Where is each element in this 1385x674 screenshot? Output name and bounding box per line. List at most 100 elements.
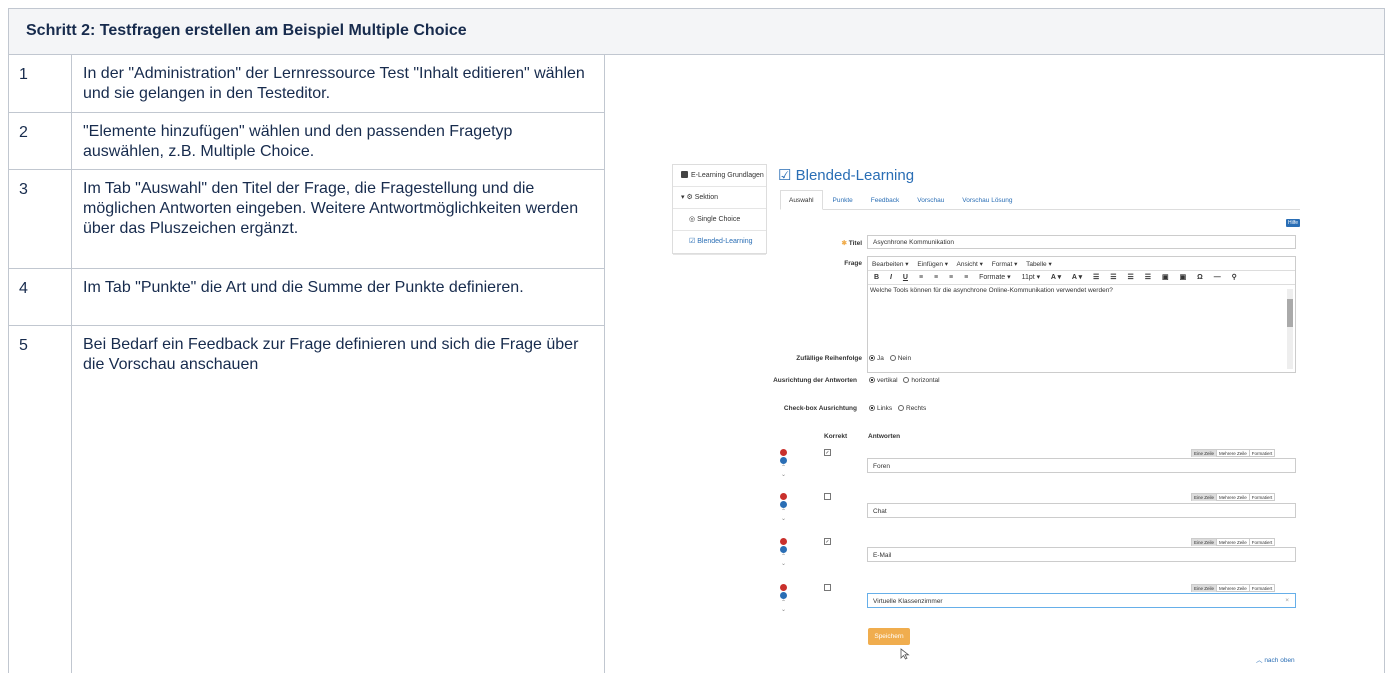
sidebar-item-single-choice[interactable]: ◎ Single Choice <box>673 209 766 231</box>
answer-input[interactable]: Chat <box>867 503 1296 518</box>
numbered-list-button[interactable]: ☰ <box>1110 274 1116 281</box>
required-icon: ✱ <box>841 240 849 247</box>
add-icon[interactable] <box>780 501 787 508</box>
test-editor-screenshot: E-Learning Grundlagen ▾ ⚙ Sektion ◎ Sing… <box>672 158 1302 668</box>
mode-multi-line[interactable]: Mehrere Zeile <box>1217 494 1250 501</box>
menu-bearbeiten[interactable]: Bearbeiten ▾ <box>872 261 909 268</box>
media-button[interactable]: ▣ <box>1162 274 1169 281</box>
step-text: "Elemente hinzufügen" wählen und den pas… <box>83 123 513 160</box>
radio-yes[interactable] <box>869 355 875 361</box>
tab-vorschau[interactable]: Vorschau <box>909 191 952 211</box>
radio-icon: ◎ <box>689 216 698 223</box>
radio-no[interactable] <box>889 355 896 361</box>
remove-icon[interactable] <box>780 493 787 500</box>
question-text[interactable]: Welche Tools können für die asynchrone O… <box>868 285 1295 296</box>
special-char-button[interactable]: Ω <box>1197 274 1203 281</box>
answer-input[interactable]: Foren <box>867 458 1296 473</box>
add-icon[interactable] <box>780 457 787 464</box>
clear-icon[interactable]: × <box>1285 597 1289 604</box>
correct-checkbox[interactable]: ✓ <box>824 538 831 545</box>
radio-rechts[interactable] <box>898 405 904 411</box>
move-up-icon[interactable]: ⌃ <box>780 554 787 561</box>
question-editor[interactable]: Bearbeiten ▾ Einfügen ▾ Ansicht ▾ Format… <box>867 256 1296 373</box>
correct-checkbox[interactable]: ✓ <box>824 449 831 456</box>
answer-mode-switch: Eine Zeile Mehrere Zeile Formatiert <box>1191 538 1276 546</box>
move-down-icon[interactable]: ⌄ <box>780 516 787 523</box>
align-right-button[interactable]: ≡ <box>949 274 953 281</box>
move-up-icon[interactable]: ⌃ <box>780 509 787 516</box>
move-down-icon[interactable]: ⌄ <box>780 607 787 614</box>
back-to-top-link[interactable]: ︿ nach oben <box>1256 654 1295 664</box>
radio-vertical[interactable] <box>869 377 875 383</box>
align-left-button[interactable]: ≡ <box>919 274 923 281</box>
move-down-icon[interactable]: ⌄ <box>780 561 787 568</box>
answer-alignment-group: vertikal horizontal <box>869 377 940 384</box>
mode-single-line[interactable]: Eine Zeile <box>1192 494 1218 501</box>
scroll-thumb[interactable] <box>1287 299 1293 327</box>
answer-input[interactable]: Virtuelle Klassenzimmer × <box>867 593 1296 608</box>
formats-dropdown[interactable]: Formate ▾ <box>979 274 1011 281</box>
radio-links[interactable] <box>869 405 875 411</box>
checkbox-icon: ☑ <box>778 167 796 184</box>
menu-ansicht[interactable]: Ansicht ▾ <box>957 261 983 268</box>
bold-button[interactable]: B <box>874 274 879 281</box>
tab-punkte[interactable]: Punkte <box>825 191 861 211</box>
mode-single-line[interactable]: Eine Zeile <box>1192 539 1218 546</box>
step-text: Im Tab "Auswahl" den Titel der Frage, di… <box>83 180 579 237</box>
sidebar-item-root[interactable]: E-Learning Grundlagen <box>673 165 766 187</box>
bullet-list-button[interactable]: ☰ <box>1093 274 1099 281</box>
correct-checkbox[interactable] <box>824 493 831 500</box>
hr-button[interactable]: — <box>1214 274 1221 281</box>
align-center-button[interactable]: ≡ <box>934 274 938 281</box>
sidebar-item-section[interactable]: ▾ ⚙ Sektion <box>673 187 766 209</box>
radio-horizontal[interactable] <box>903 377 910 383</box>
tab-feedback[interactable]: Feedback <box>863 191 908 211</box>
mode-multi-line[interactable]: Mehrere Zeile <box>1217 539 1250 546</box>
indent-button[interactable]: ☰ <box>1145 274 1151 281</box>
underline-button[interactable]: U <box>903 274 908 281</box>
menu-einfuegen[interactable]: Einfügen ▾ <box>917 261 948 268</box>
outdent-button[interactable]: ☰ <box>1128 274 1134 281</box>
step-row-2: 2 "Elemente hinzufügen" wählen und den p… <box>9 113 604 170</box>
correct-checkbox[interactable] <box>824 584 831 591</box>
add-icon[interactable] <box>780 546 787 553</box>
italic-button[interactable]: I <box>890 274 892 281</box>
title-input[interactable]: Asycnhrone Kommunikation <box>867 235 1296 249</box>
answers-column-header: Antworten <box>868 433 901 440</box>
mode-multi-line[interactable]: Mehrere Zeile <box>1217 585 1250 592</box>
answer-mode-switch: Eine Zeile Mehrere Zeile Formatiert <box>1191 449 1276 457</box>
mode-single-line[interactable]: Eine Zeile <box>1192 585 1218 592</box>
tab-vorschau-loesung[interactable]: Vorschau Lösung <box>954 191 1020 211</box>
step-number: 1 <box>19 66 28 83</box>
tab-auswahl[interactable]: Auswahl <box>780 190 823 210</box>
mode-formatted[interactable]: Formatiert <box>1250 450 1275 457</box>
move-down-icon[interactable]: ⌄ <box>780 472 787 479</box>
add-icon[interactable] <box>780 592 787 599</box>
link-button[interactable]: ⚲ <box>1232 274 1237 281</box>
mode-multi-line[interactable]: Mehrere Zeile <box>1217 450 1250 457</box>
menu-tabelle[interactable]: Tabelle ▾ <box>1026 261 1052 268</box>
align-justify-button[interactable]: ≡ <box>964 274 968 281</box>
step-number: 4 <box>19 280 28 297</box>
mode-formatted[interactable]: Formatiert <box>1250 539 1275 546</box>
mode-single-line[interactable]: Eine Zeile <box>1192 450 1218 457</box>
answer-input[interactable]: E-Mail <box>867 547 1296 562</box>
move-up-icon[interactable]: ⌃ <box>780 600 787 607</box>
remove-icon[interactable] <box>780 449 787 456</box>
test-icon <box>681 171 688 178</box>
help-button[interactable]: Hilfe <box>1286 219 1300 227</box>
editor-scrollbar[interactable] <box>1287 289 1293 369</box>
remove-icon[interactable] <box>780 584 787 591</box>
title-label: ✱ Titel <box>841 240 862 247</box>
text-color-button[interactable]: A ▾ <box>1051 274 1061 281</box>
font-size-dropdown[interactable]: 11pt ▾ <box>1022 274 1041 281</box>
mode-formatted[interactable]: Formatiert <box>1250 585 1275 592</box>
move-up-icon[interactable]: ⌃ <box>780 465 787 472</box>
menu-format[interactable]: Format ▾ <box>992 261 1018 268</box>
save-button[interactable]: Speichern <box>868 628 910 645</box>
mode-formatted[interactable]: Formatiert <box>1250 494 1275 501</box>
image-button[interactable]: ▣ <box>1180 274 1187 281</box>
sidebar-item-blended-learning[interactable]: ☑ Blended-Learning <box>673 231 766 255</box>
remove-icon[interactable] <box>780 538 787 545</box>
bg-color-button[interactable]: A ▾ <box>1072 274 1082 281</box>
